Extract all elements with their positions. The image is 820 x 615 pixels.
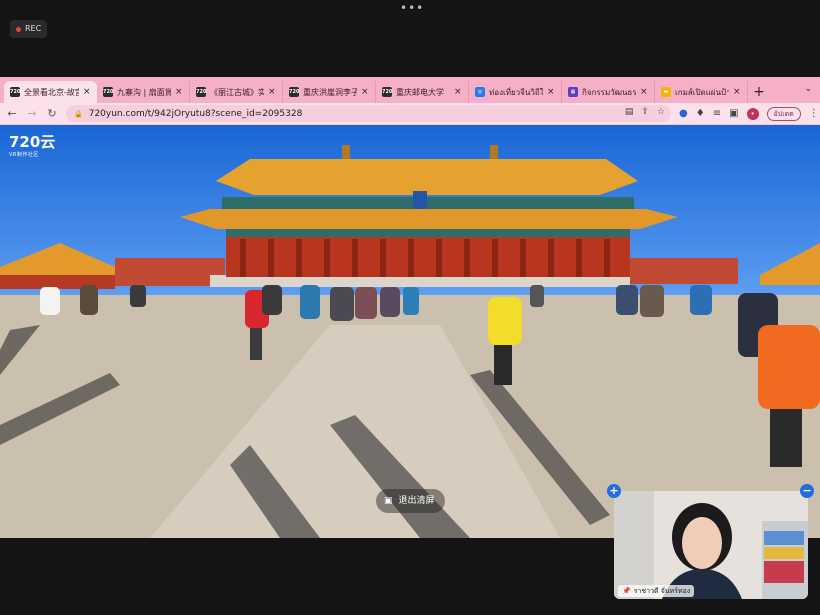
- browser-tab[interactable]: 720《丽江古城》实景 ×: [190, 81, 283, 103]
- tab-title: 重庆洪崖洞李子坝: [303, 87, 357, 97]
- tab-favicon-icon: 720: [196, 87, 207, 97]
- tab-title: เกมส์เปิดแผ่นป้ายทาย: [675, 87, 729, 97]
- bookmark-star-icon[interactable]: ☆: [657, 107, 665, 117]
- exit-label: 退出清屏: [398, 496, 435, 506]
- browser-tab[interactable]: ◎ ท่องเที่ยวจีนวิถีใหม่ ×: [469, 81, 562, 103]
- tab-favicon-icon: 720: [289, 87, 300, 97]
- participant-camera-image: [614, 491, 808, 599]
- palace-panorama-image: [0, 145, 820, 538]
- tab-favicon-icon: ▬: [661, 87, 671, 97]
- translate-icon[interactable]: ▤: [625, 107, 634, 117]
- browser-tab[interactable]: 720 重庆邮电大学 ×: [376, 81, 469, 103]
- recording-indicator: REC: [10, 20, 48, 38]
- microphone-icon[interactable]: ●: [679, 108, 688, 119]
- more-options-icon[interactable]: •••: [400, 2, 423, 14]
- tab-title: 九寨沟 | 扇面賞红: [117, 87, 171, 97]
- reading-list-icon[interactable]: ≡: [713, 108, 721, 119]
- tab-title: 《丽江古城》实景: [210, 87, 264, 97]
- recording-label: REC: [25, 24, 42, 33]
- tab-favicon-icon: 720: [382, 87, 393, 97]
- tab-title: 重庆邮电大学: [396, 87, 444, 97]
- tab-title: ท่องเที่ยวจีนวิถีใหม่: [489, 87, 543, 97]
- video-expand-button[interactable]: +: [607, 484, 621, 498]
- lock-icon[interactable]: 🔒: [74, 110, 83, 118]
- tab-close-icon[interactable]: ×: [733, 87, 741, 97]
- participant-video-tile[interactable]: 📌 ราชาวดี จันทร์ทอง: [614, 491, 808, 599]
- 720yun-logo: 720云: [9, 133, 56, 151]
- logo-subtitle: VR制作社区: [9, 152, 39, 158]
- browser-toolbar: ← → ↻ 🔒 720yun.com/t/942jOryutu8?scene_i…: [0, 103, 820, 124]
- tab-favicon-icon: ▦: [568, 87, 578, 97]
- tab-strip: 720全景看北京-故宫×720九寨沟 | 扇面賞红×720《丽江古城》实景×72…: [0, 77, 820, 103]
- pin-icon[interactable]: 📌: [622, 585, 631, 597]
- profile-avatar[interactable]: •: [746, 107, 759, 120]
- address-bar[interactable]: 🔒 720yun.com/t/942jOryutu8?scene_id=2095…: [66, 105, 671, 122]
- tab-close-icon[interactable]: ×: [640, 87, 648, 97]
- url-text[interactable]: 720yun.com/t/942jOryutu8?scene_id=209532…: [89, 109, 303, 119]
- participant-name-label: 📌 ราชาวดี จันทร์ทอง: [618, 585, 695, 597]
- browser-tab[interactable]: ▬ เกมส์เปิดแผ่นป้ายทาย ×: [655, 81, 748, 103]
- reload-button[interactable]: ↻: [46, 107, 58, 120]
- video-collapse-button[interactable]: −: [800, 484, 814, 498]
- side-panel-icon[interactable]: ▣: [729, 108, 738, 119]
- tab-title: กิจกรรมวัฒนธรรม: [582, 87, 636, 97]
- panorama-viewport[interactable]: 720云 VR制作社区 ▣ 退出清屏: [0, 125, 820, 538]
- tab-title: 全景看北京-故宫: [24, 87, 79, 97]
- browser-window: 720全景看北京-故宫×720九寨沟 | 扇面賞红×720《丽江古城》实景×72…: [0, 77, 820, 538]
- omnibox-actions: ▤ ⇧ ☆: [625, 107, 665, 117]
- new-tab-button[interactable]: +: [748, 81, 770, 103]
- participant-name: ราชาวดี จันทร์ทอง: [633, 587, 691, 595]
- tab-close-icon[interactable]: ×: [547, 87, 555, 97]
- browser-tab[interactable]: 720 全景看北京-故宫 ×: [4, 81, 97, 103]
- tab-close-icon[interactable]: ×: [175, 87, 183, 97]
- share-icon[interactable]: ⇧: [641, 107, 649, 117]
- record-dot-icon: [16, 26, 21, 32]
- picture-icon: ▣: [384, 496, 393, 506]
- screen: ••• REC 720全景看北京-故宫×720九寨沟 | 扇面賞红×720《丽江…: [0, 0, 820, 615]
- tab-close-icon[interactable]: ×: [83, 87, 91, 97]
- back-button[interactable]: ←: [6, 107, 18, 120]
- tab-close-icon[interactable]: ×: [454, 87, 462, 97]
- extensions-icon[interactable]: ♦: [696, 108, 705, 119]
- browser-menu-icon[interactable]: ⋮: [809, 108, 819, 119]
- exit-clear-screen-button[interactable]: ▣ 退出清屏: [376, 489, 445, 513]
- tab-close-icon[interactable]: ×: [361, 87, 369, 97]
- browser-tab[interactable]: ▦ กิจกรรมวัฒนธรรม ×: [562, 81, 655, 103]
- tab-search-icon[interactable]: ⌄: [804, 84, 812, 94]
- browser-tab[interactable]: 720九寨沟 | 扇面賞红 ×: [97, 81, 190, 103]
- forward-button[interactable]: →: [26, 107, 38, 120]
- tab-favicon-icon: 720: [10, 87, 21, 97]
- tab-close-icon[interactable]: ×: [268, 87, 276, 97]
- browser-tab[interactable]: 720重庆洪崖洞李子坝 ×: [283, 81, 376, 103]
- tab-favicon-icon: 720: [103, 87, 114, 97]
- update-button[interactable]: อัปเดต: [766, 106, 801, 121]
- toolbar-actions: ● ♦ ≡ ▣ • อัปเดต ⋮: [679, 106, 819, 121]
- tab-favicon-icon: ◎: [475, 87, 485, 97]
